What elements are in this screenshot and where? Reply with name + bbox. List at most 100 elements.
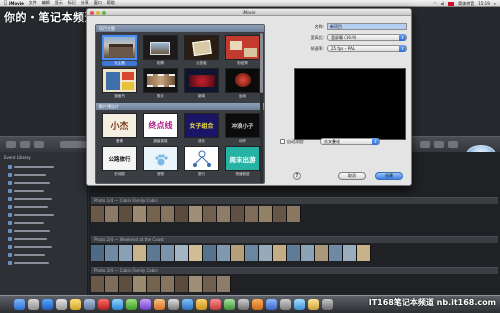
theme-label[interactable]: 漫画书 (102, 94, 137, 99)
menu-help[interactable]: 帮助 (107, 0, 115, 6)
event-item[interactable] (8, 244, 84, 249)
event-item[interactable] (8, 188, 84, 193)
iphoto-icon[interactable] (126, 299, 137, 310)
trailer-thumb-epic[interactable]: 公路旅行 (102, 146, 137, 171)
dashboard-icon[interactable] (28, 299, 39, 310)
event-item[interactable] (8, 236, 84, 241)
trailer-thumb-action[interactable]: 冲浪小子 (225, 113, 260, 138)
theme-label[interactable]: 公告板 (184, 61, 219, 66)
close-icon[interactable] (90, 10, 94, 15)
theme-label[interactable]: 运动 (225, 94, 260, 99)
event-item[interactable] (8, 260, 84, 265)
create-button[interactable]: 创建 (375, 172, 403, 180)
theme-label[interactable]: 新闻 (184, 94, 219, 99)
toolbar-button[interactable] (420, 141, 430, 148)
app-icon[interactable] (210, 299, 221, 310)
trailer-label[interactable]: 快速前进 (225, 172, 260, 177)
scrollbar-knob[interactable] (260, 33, 263, 93)
trailer-label[interactable]: 成长 (184, 139, 219, 144)
menu-mark[interactable]: 标记 (68, 0, 76, 6)
mail-icon[interactable] (56, 299, 67, 310)
app-icon[interactable] (196, 299, 207, 310)
app-icon[interactable] (224, 299, 235, 310)
app-icon[interactable] (280, 299, 291, 310)
volume-icon[interactable]: ◂) (441, 1, 445, 6)
menu-window[interactable]: 窗口 (94, 0, 102, 6)
spotlight-icon[interactable]: ⌕ (494, 1, 496, 6)
system-preferences-icon[interactable] (168, 299, 179, 310)
trailer-thumb-coming-of-age[interactable]: 女子组合 (184, 113, 219, 138)
finder-icon[interactable] (14, 299, 25, 310)
event-item[interactable] (8, 196, 84, 201)
toolbar-button[interactable] (448, 141, 458, 148)
event-item[interactable] (8, 164, 84, 169)
clip-filmstrip[interactable] (91, 276, 231, 292)
toolbar-button[interactable] (20, 141, 30, 148)
auto-add-checkbox[interactable] (280, 139, 285, 144)
theme-label[interactable]: 胶片 (143, 94, 178, 99)
toolbar-button[interactable] (434, 141, 444, 148)
app-icon[interactable] (238, 299, 249, 310)
menu-share[interactable]: 分享 (81, 0, 89, 6)
trailer-thumb-pets[interactable] (143, 146, 178, 171)
trailer-thumb-romance[interactable]: 小杰 (102, 113, 137, 138)
theme-label[interactable]: 剪贴簿 (225, 61, 260, 66)
help-button[interactable]: ? (293, 172, 301, 180)
wifi-icon[interactable]: ◠ (433, 1, 437, 6)
theme-thumb-scrapbook[interactable] (225, 35, 260, 60)
event-item[interactable] (8, 212, 84, 217)
trailer-label[interactable]: 超级英雄 (143, 139, 178, 144)
frame-rate-popup[interactable]: 25 fps – PAL ⇕ (327, 45, 407, 52)
event-item[interactable] (8, 228, 84, 233)
app-icon[interactable] (322, 299, 333, 310)
theme-scrollbar[interactable] (260, 33, 263, 183)
toolbar-button[interactable] (34, 141, 44, 148)
menu-view[interactable]: 显示 (55, 0, 63, 6)
safari-icon[interactable] (42, 299, 53, 310)
theme-thumb-comic-book[interactable] (102, 68, 137, 93)
trailer-label[interactable]: 宠物 (143, 172, 178, 177)
event-item[interactable] (8, 180, 84, 185)
trailer-thumb-superhero[interactable]: 终点线 (143, 113, 178, 138)
trailer-label[interactable]: 旅行 (184, 172, 219, 177)
clock[interactable]: 15:19 (478, 1, 490, 6)
clip-filmstrip[interactable] (91, 245, 371, 261)
input-method-label[interactable]: 简体拼音 (458, 1, 474, 7)
theme-thumb-filmstrip[interactable] (143, 68, 178, 93)
ichat-icon[interactable] (70, 299, 81, 310)
garageband-icon[interactable] (154, 299, 165, 310)
menu-imovie[interactable]: iMovie (9, 1, 24, 6)
theme-thumb-sports[interactable] (225, 68, 260, 93)
calendar-icon[interactable] (98, 299, 109, 310)
clip-filmstrip[interactable] (91, 206, 301, 222)
theme-thumb-photo-album[interactable] (143, 35, 178, 60)
cancel-button[interactable]: 取消 (338, 172, 366, 180)
transition-popup[interactable]: 交叉叠化 ⇕ (320, 138, 380, 145)
theme-label[interactable]: 相簿 (143, 61, 178, 66)
event-item[interactable] (8, 252, 84, 257)
menu-file[interactable]: 文件 (29, 0, 37, 6)
input-flag-icon[interactable] (448, 1, 455, 6)
vlc-icon[interactable] (252, 299, 263, 310)
theme-thumb-none[interactable] (102, 35, 137, 60)
imovie-icon[interactable] (140, 299, 151, 310)
address-book-icon[interactable] (84, 299, 95, 310)
trailer-thumb-fast-forward[interactable]: 周末出游 (225, 146, 260, 171)
trailer-label[interactable]: 史诗剧 (102, 172, 137, 177)
aspect-ratio-popup[interactable]: 宽屏幕 (16:9) ⇕ (327, 34, 407, 41)
trailer-label[interactable]: 动作 (225, 139, 260, 144)
app-icon[interactable] (266, 299, 277, 310)
theme-thumb-news[interactable] (184, 68, 219, 93)
minimize-icon[interactable] (96, 10, 100, 15)
menu-edit[interactable]: 编辑 (42, 0, 50, 6)
itunes-icon[interactable] (112, 299, 123, 310)
event-item[interactable] (8, 220, 84, 225)
trailer-label[interactable]: 爱情 (102, 139, 137, 144)
event-item[interactable] (8, 204, 84, 209)
app-icon[interactable] (308, 299, 319, 310)
event-item[interactable] (8, 172, 84, 177)
zoom-icon[interactable] (102, 10, 106, 15)
theme-thumb-bulletin-board[interactable] (184, 35, 219, 60)
name-field[interactable]: 新项目 (327, 23, 407, 30)
app-icon[interactable] (294, 299, 305, 310)
